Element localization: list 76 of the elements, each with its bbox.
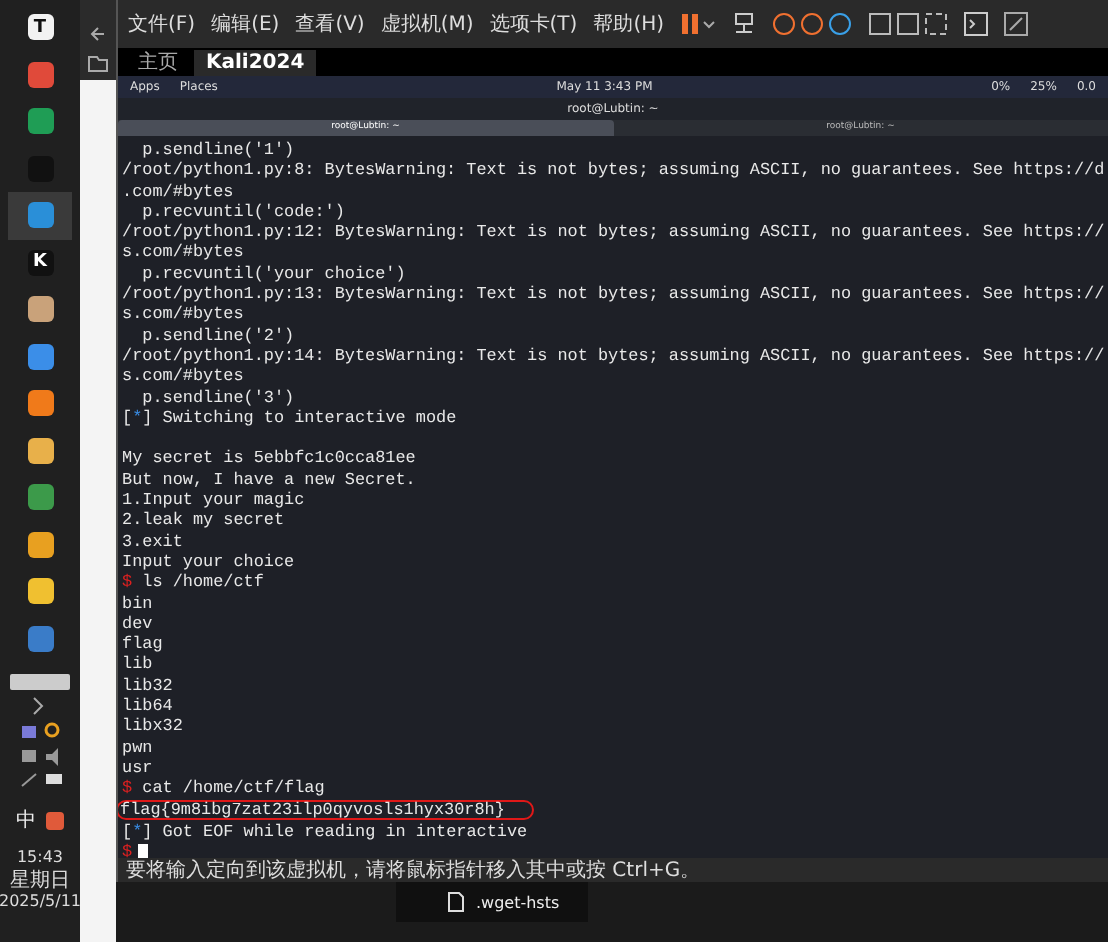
console-icon[interactable] — [964, 12, 989, 36]
menu-item[interactable]: 文件(F) — [128, 10, 196, 38]
app-icon[interactable] — [27, 296, 53, 323]
output-line: p.sendline('3') — [140, 387, 295, 408]
menu-item[interactable]: 选项卡(T) — [489, 10, 578, 38]
prompt-sign: $ — [122, 572, 133, 593]
app-icon[interactable] — [27, 108, 53, 135]
output-line: pwn — [122, 737, 153, 758]
output-line: p.recvuntil('your choice') — [140, 263, 406, 284]
output-line: 3.exit — [122, 531, 183, 552]
vm-tab[interactable]: 主页 — [126, 50, 190, 76]
file-item[interactable]: .wget-hsts — [396, 882, 588, 922]
command-line: cat /home/ctf/flag — [142, 778, 325, 799]
folder-icon[interactable] — [88, 56, 108, 72]
output-line: libx32 — [122, 716, 183, 737]
output-line: 1.Input your magic — [122, 490, 305, 511]
app-icon[interactable] — [27, 484, 53, 511]
app-icon[interactable] — [27, 578, 53, 605]
menu-item[interactable]: 查看(V) — [295, 10, 365, 38]
ime-indicator[interactable]: 中 — [16, 806, 36, 834]
app-icon[interactable] — [27, 531, 53, 558]
output-line: Switching to interactive mode — [162, 407, 457, 428]
text-cursor — [138, 843, 149, 858]
output-line: flag — [122, 634, 163, 655]
status-text: 要将输入定向到该虚拟机，请将鼠标指针移入其中或按 Ctrl+G。 — [126, 858, 701, 884]
output-line: .com/#bytes — [122, 181, 234, 202]
app-icon[interactable] — [27, 390, 53, 417]
info-marker: [*] — [122, 822, 153, 842]
app-icon[interactable] — [27, 343, 53, 370]
output-line: p.sendline('1') — [140, 140, 295, 160]
prompt-sign: $ — [122, 842, 133, 858]
output-line: s.com/#bytes — [122, 304, 244, 325]
output-line: dev — [122, 613, 153, 634]
output-line: /root/python1.py:12: BytesWarning: Text is not bytes; assuming ASCII, no guarantees. See https:// — [122, 222, 1105, 243]
output-line: /root/python1.py:8: BytesWarning: Text is not bytes; assuming ASCII, no guarantees. See https://d — [122, 160, 1105, 181]
output-line: lib32 — [122, 675, 173, 696]
output-line: My secret is 5ebbfc1c0cca81ee — [122, 448, 416, 469]
output-line: s.com/#bytes — [122, 366, 244, 387]
app-icon[interactable] — [27, 61, 53, 88]
clock-time: 15:43 — [16, 848, 64, 869]
output-line: s.com/#bytes — [122, 242, 244, 263]
menu-item[interactable]: 编辑(E) — [211, 10, 280, 38]
clock-date: 2025/5/11 — [0, 891, 82, 912]
prompt-sign: $ — [122, 778, 133, 799]
output-line: p.recvuntil('code:') — [140, 201, 345, 222]
app-icon[interactable] — [27, 437, 53, 464]
vm-tab[interactable]: Kali2024 — [194, 50, 317, 76]
scroll-bar[interactable] — [10, 674, 70, 690]
output-line: 2.leak my secret — [122, 510, 285, 531]
output-line: bin — [122, 593, 153, 614]
back-icon[interactable] — [88, 24, 108, 44]
output-line: /root/python1.py:14: BytesWarning: Text is not bytes; assuming ASCII, no guarantees. See https:// — [122, 345, 1105, 366]
output-line: /root/python1.py:13: BytesWarning: Text is not bytes; assuming ASCII, no guarantees. See https:// — [122, 284, 1105, 305]
app-icon[interactable] — [46, 811, 64, 829]
output-line: But now, I have a new Secret. — [122, 469, 416, 490]
snapshot-icons[interactable] — [772, 12, 853, 36]
file-name: .wget-hsts — [476, 893, 560, 911]
info-marker: [*] — [122, 407, 153, 428]
output-line: lib64 — [122, 696, 173, 717]
fullscreen-icon[interactable] — [1004, 12, 1029, 36]
view-icons[interactable] — [868, 12, 949, 36]
menu-item[interactable]: 虚拟机(M) — [380, 10, 474, 38]
command-line: ls /home/ctf — [142, 572, 264, 593]
file-icon — [448, 892, 464, 912]
menu-item[interactable]: 帮助(H) — [593, 10, 665, 38]
output-line: Got EOF while reading in interactive — [162, 822, 528, 842]
app-icon[interactable]: T — [27, 14, 53, 41]
output-line: p.sendline('2') — [140, 325, 295, 346]
network-icon[interactable] — [732, 12, 757, 36]
output-line: Input your choice — [122, 551, 295, 572]
output-line: usr — [122, 757, 153, 778]
highlighted-flag: flag{9m8ibg7zat23ilp0qyvosls1hyx30r8h} — [118, 799, 535, 820]
clock-weekday: 星期日 — [10, 869, 70, 891]
app-icon[interactable]: K — [27, 249, 53, 276]
pause-icon[interactable] — [680, 12, 717, 36]
output-line: lib — [122, 654, 153, 675]
